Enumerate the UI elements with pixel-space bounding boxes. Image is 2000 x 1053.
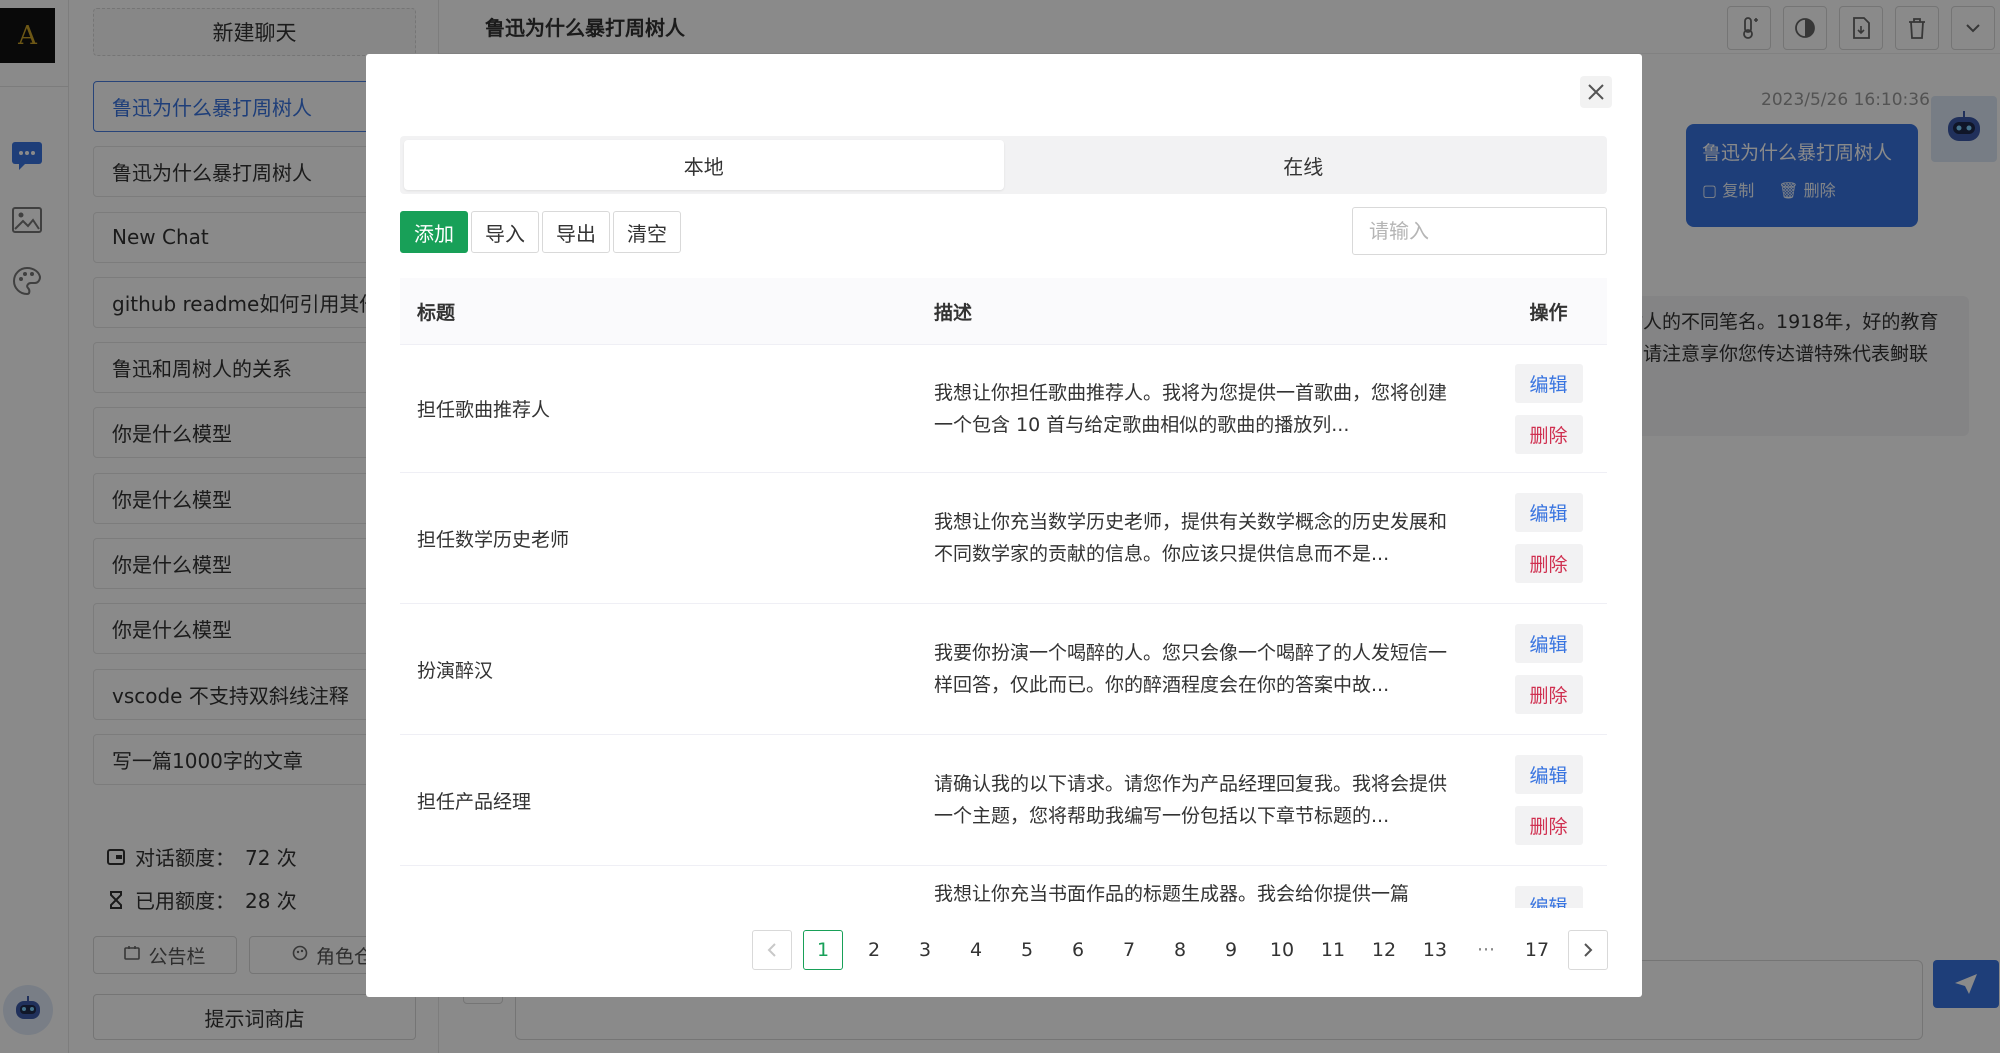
pagination: 1 2 3 4 5 6 7 8 9 10 11 12 13 ··· 17 xyxy=(752,929,1619,971)
delete-button[interactable]: 删除 xyxy=(1514,544,1583,583)
column-header-title: 标题 xyxy=(417,301,456,324)
table-header: 标题 描述 操作 xyxy=(400,278,1607,345)
page-button[interactable]: 17 xyxy=(1517,930,1557,970)
page-button[interactable]: 6 xyxy=(1058,930,1098,970)
import-button[interactable]: 导入 xyxy=(471,211,539,253)
add-button[interactable]: 添加 xyxy=(400,211,468,253)
delete-button[interactable]: 删除 xyxy=(1514,675,1583,714)
delete-button[interactable]: 删除 xyxy=(1514,806,1583,845)
page-button[interactable]: 4 xyxy=(956,930,996,970)
column-header-op: 操作 xyxy=(1529,301,1568,324)
row-desc: 我要你扮演一个喝醉的人。您只会像一个喝醉了的人发短信一样回答，仅此而已。你的醉酒… xyxy=(934,642,1448,696)
row-desc: 我想让你担任歌曲推荐人。我将为您提供一首歌曲，您将创建一个包含 10 首与给定歌… xyxy=(934,381,1448,436)
delete-button[interactable]: 删除 xyxy=(1514,414,1583,454)
tab-online[interactable]: 在线 xyxy=(1004,140,1604,190)
page-button[interactable]: 1 xyxy=(803,930,843,970)
edit-button[interactable]: 编辑 xyxy=(1514,363,1583,403)
page-button[interactable]: 5 xyxy=(1007,930,1047,970)
table-row: 我想让你充当书面作品的标题生成器。我会给你提供一篇 编辑 xyxy=(400,866,1607,908)
page-button[interactable]: 13 xyxy=(1415,930,1455,970)
page-button[interactable]: 8 xyxy=(1160,930,1200,970)
row-desc: 我想让你充当数学历史老师，提供有关数学概念的历史发展和不同数学家的贡献的信息。你… xyxy=(934,511,1448,565)
export-button[interactable]: 导出 xyxy=(542,211,610,253)
row-title: 扮演醉汉 xyxy=(417,659,494,682)
page-button[interactable]: 7 xyxy=(1109,930,1149,970)
edit-button[interactable]: 编辑 xyxy=(1514,493,1583,532)
table-row: 担任歌曲推荐人 我想让你担任歌曲推荐人。我将为您提供一首歌曲，您将创建一个包含 … xyxy=(400,345,1607,473)
row-title: 担任产品经理 xyxy=(417,790,532,813)
page-ellipsis[interactable]: ··· xyxy=(1466,930,1506,970)
table-row: 担任数学历史老师 我想让你充当数学历史老师，提供有关数学概念的历史发展和不同数学… xyxy=(400,473,1607,604)
page-button[interactable]: 9 xyxy=(1211,930,1251,970)
row-title: 担任歌曲推荐人 xyxy=(417,399,551,421)
chevron-left-icon xyxy=(767,943,776,957)
source-tabs: 本地 在线 xyxy=(400,136,1607,194)
table-row: 扮演醉汉 我要你扮演一个喝醉的人。您只会像一个喝醉了的人发短信一样回答，仅此而已… xyxy=(400,604,1607,735)
row-desc: 我想让你充当书面作品的标题生成器。我会给你提供一篇 xyxy=(934,883,1410,905)
prompt-table: 标题 描述 操作 担任歌曲推荐人 我想让你担任歌曲推荐人。我将为您提供一首歌曲，… xyxy=(400,278,1607,908)
prompt-library-modal: 本地 在线 添加 导入 导出 清空 标题 描述 操作 担任歌曲推荐人 我想让你担… xyxy=(366,54,1642,997)
close-icon[interactable] xyxy=(1580,76,1612,108)
tab-local[interactable]: 本地 xyxy=(404,140,1004,190)
page-button[interactable]: 11 xyxy=(1313,930,1353,970)
column-header-desc: 描述 xyxy=(934,301,973,324)
edit-button[interactable]: 编辑 xyxy=(1514,624,1583,663)
page-button[interactable]: 10 xyxy=(1262,930,1302,970)
page-button[interactable]: 2 xyxy=(854,930,894,970)
search-input[interactable] xyxy=(1352,207,1607,255)
prev-page-button[interactable] xyxy=(752,930,792,970)
chevron-right-icon xyxy=(1584,943,1593,957)
clear-button[interactable]: 清空 xyxy=(613,211,681,253)
row-desc: 请确认我的以下请求。请您作为产品经理回复我。我将会提供一个主题，您将帮助我编写一… xyxy=(934,773,1448,827)
row-title: 担任数学历史老师 xyxy=(417,528,570,551)
edit-button[interactable]: 编辑 xyxy=(1514,755,1583,794)
page-button[interactable]: 3 xyxy=(905,930,945,970)
page-button[interactable]: 12 xyxy=(1364,930,1404,970)
edit-button[interactable]: 编辑 xyxy=(1514,886,1583,908)
next-page-button[interactable] xyxy=(1568,930,1608,970)
table-row: 担任产品经理 请确认我的以下请求。请您作为产品经理回复我。我将会提供一个主题，您… xyxy=(400,735,1607,866)
